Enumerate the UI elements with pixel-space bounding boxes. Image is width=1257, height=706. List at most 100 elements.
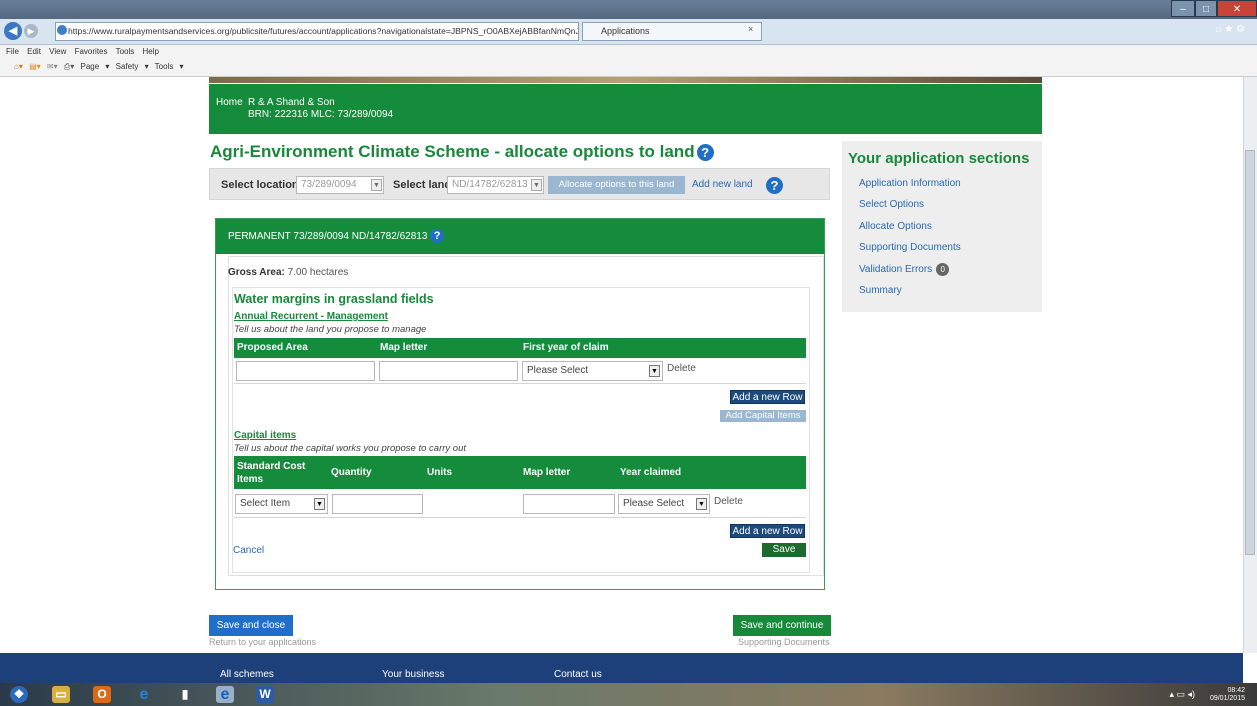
menu-tools[interactable]: Tools — [116, 47, 135, 56]
window-controls: – □ ✕ — [1171, 0, 1257, 17]
row-divider — [234, 383, 806, 384]
year-claimed-select[interactable]: Please Select ▼ — [618, 494, 710, 514]
sidebar-title: Your application sections — [848, 150, 1030, 167]
menu-file[interactable]: File — [6, 47, 19, 56]
location-select[interactable]: 73/289/0094 ▼ — [296, 176, 384, 194]
capital-add-row-button[interactable]: Add a new Row — [730, 524, 805, 538]
outlook-icon[interactable]: O — [93, 686, 111, 703]
menu-view[interactable]: View — [49, 47, 66, 56]
help-icon[interactable]: ? — [696, 144, 714, 161]
year-claimed-value: Please Select — [623, 498, 685, 509]
menu-bar: File Edit View Favorites Tools Help — [0, 45, 1257, 58]
help-icon[interactable]: ? — [430, 229, 445, 244]
menu-favorites[interactable]: Favorites — [75, 47, 108, 56]
footer-contact-us[interactable]: Contact us — [554, 669, 602, 680]
business-name: R & A Shand & Son — [248, 97, 335, 108]
first-year-value: Please Select — [527, 365, 589, 376]
sidebar-item-validation-errors[interactable]: Validation Errors 0 — [859, 263, 950, 276]
close-window-button[interactable]: ✕ — [1217, 0, 1257, 17]
word-icon[interactable]: W — [256, 686, 274, 703]
menu-edit[interactable]: Edit — [27, 47, 41, 56]
favorites-icons[interactable]: ⌂ ★ ⚙ — [1215, 24, 1245, 35]
col-map-letter: Map letter — [380, 342, 428, 353]
ie-active-icon[interactable]: e — [216, 686, 234, 703]
tray-icons[interactable]: ▴ ▭ ◂) — [1169, 689, 1195, 700]
sidebar-item-supporting-documents[interactable]: Supporting Documents — [859, 242, 961, 253]
add-new-land-link[interactable]: Add new land — [692, 179, 753, 190]
footer-your-business[interactable]: Your business — [382, 669, 444, 680]
map-letter-input[interactable] — [379, 361, 518, 381]
land-value: ND/14782/62813 — [452, 179, 528, 190]
proposed-area-input[interactable] — [236, 361, 375, 381]
save-button[interactable]: Save — [762, 543, 806, 557]
feeds-icon[interactable]: ▤▾ — [29, 62, 41, 71]
clock-date: 09/01/2015 — [1209, 695, 1245, 702]
col-year-claimed: Year claimed — [620, 467, 682, 478]
gross-area-value: 7.00 hectares — [287, 267, 349, 278]
chevron-down-icon: ▼ — [314, 498, 325, 510]
tab-close-icon[interactable]: × — [748, 24, 753, 34]
option-title: Water margins in grassland fields — [234, 292, 434, 306]
cost-item-select[interactable]: Select Item ▼ — [235, 494, 328, 514]
sidebar-item-select-options[interactable]: Select Options — [859, 199, 924, 210]
save-and-continue-button[interactable]: Save and continue — [733, 615, 831, 636]
add-capital-items-button[interactable]: Add Capital Items — [720, 410, 806, 422]
capital-items-link[interactable]: Capital items — [234, 430, 296, 441]
select-location-label: Select location — [221, 179, 299, 191]
footer-all-schemes[interactable]: All schemes — [220, 669, 274, 680]
browser-tab[interactable]: Applications — [582, 22, 762, 41]
unknown-app-icon[interactable]: ▮ — [176, 686, 194, 703]
row-divider — [234, 517, 806, 518]
menu-help[interactable]: Help — [143, 47, 159, 56]
capital-map-letter-input[interactable] — [523, 494, 615, 514]
management-table-header — [234, 338, 806, 358]
header-banner — [209, 77, 1042, 83]
clock[interactable]: 08:42 09/01/2015 — [1210, 687, 1245, 703]
allocate-options-button[interactable]: Allocate options to this land — [548, 176, 685, 194]
help-icon[interactable]: ? — [766, 177, 783, 194]
save-and-close-button[interactable]: Save and close — [209, 615, 293, 636]
col-proposed-area: Proposed Area — [237, 342, 308, 353]
scrollbar-thumb[interactable] — [1245, 150, 1255, 555]
sidebar-item-summary[interactable]: Summary — [859, 285, 902, 296]
gross-area-label: Gross Area: — [228, 267, 285, 278]
back-arrow-icon[interactable]: ◀ — [4, 22, 22, 40]
panel-heading: PERMANENT 73/289/0094 ND/14782/62813 ? — [216, 219, 824, 254]
start-icon[interactable]: ❖ — [10, 686, 28, 703]
land-select[interactable]: ND/14782/62813 ▼ — [447, 176, 544, 194]
management-hint: Tell us about the land you propose to ma… — [234, 324, 427, 335]
command-menu[interactable]: Page ▾ Safety ▾ Tools ▾ — [81, 62, 184, 71]
first-year-select[interactable]: Please Select ▼ — [522, 361, 663, 381]
capital-delete-link[interactable]: Delete — [714, 496, 743, 507]
sidebar-item-application-information[interactable]: Application Information — [859, 178, 961, 189]
clock-time: 08:42 — [1227, 687, 1245, 694]
mail-icon[interactable]: ✉▾ — [47, 62, 58, 71]
url-text: https://www.ruralpaymentsandservices.org… — [68, 26, 579, 36]
sidebar-item-allocate-options[interactable]: Allocate Options — [859, 221, 932, 232]
print-icon[interactable]: ⎙▾ — [64, 62, 74, 71]
chevron-down-icon: ▼ — [696, 498, 707, 510]
maximize-button[interactable]: □ — [1195, 0, 1217, 17]
add-row-button[interactable]: Add a new Row — [730, 390, 805, 404]
capital-hint: Tell us about the capital works you prop… — [234, 443, 466, 454]
col-first-year: First year of claim — [523, 342, 609, 353]
ie-icon[interactable]: e — [135, 686, 153, 703]
brn-info: BRN: 222316 MLC: 73/289/0094 — [248, 109, 394, 120]
address-bar[interactable]: https://www.ruralpaymentsandservices.org… — [55, 22, 579, 41]
panel-heading-text: PERMANENT 73/289/0094 ND/14782/62813 — [228, 231, 428, 242]
home-icon[interactable]: ⌂▾ — [14, 62, 23, 71]
cancel-link[interactable]: Cancel — [233, 545, 264, 556]
delete-link[interactable]: Delete — [667, 363, 696, 374]
return-text: Return to your applications — [209, 637, 317, 647]
forward-arrow-icon[interactable]: ▶ — [24, 24, 38, 38]
chevron-down-icon: ▼ — [371, 179, 382, 191]
management-link[interactable]: Annual Recurrent - Management — [234, 311, 388, 322]
explorer-icon[interactable]: ▭ — [52, 686, 70, 703]
col-map-letter: Map letter — [523, 467, 571, 478]
site-footer — [0, 653, 1243, 683]
quantity-input[interactable] — [332, 494, 423, 514]
cost-item-value: Select Item — [240, 498, 291, 509]
validation-count-badge: 0 — [936, 263, 950, 276]
home-link[interactable]: Home — [216, 97, 243, 108]
minimize-button[interactable]: – — [1171, 0, 1195, 17]
